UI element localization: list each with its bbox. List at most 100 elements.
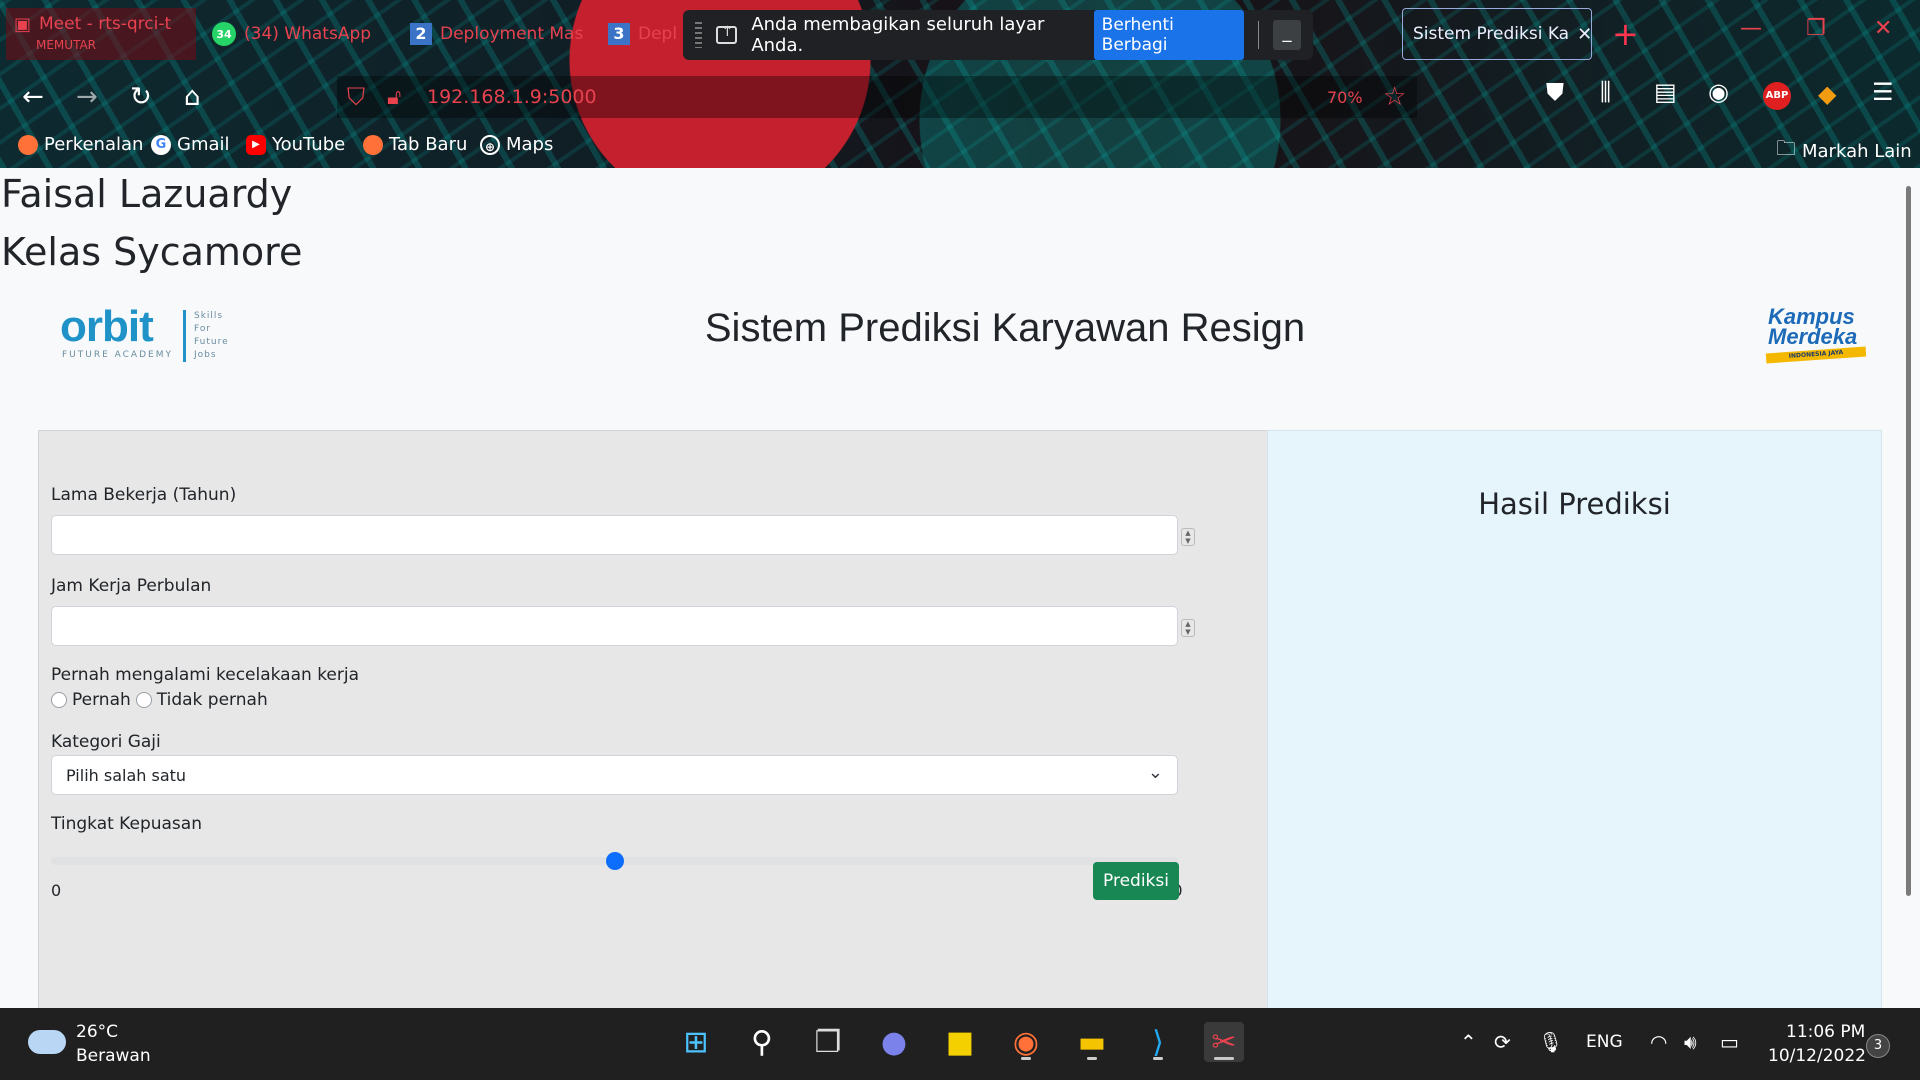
result-panel: Hasil Prediksi: [1267, 430, 1882, 1008]
bookmark-youtube[interactable]: ▶ YouTube: [246, 134, 345, 155]
volume-icon[interactable]: 🔊︎: [1684, 1030, 1697, 1054]
tab-bar: ▣ Meet - rts-qrci-t MEMUTAR 34 (34) What…: [0, 0, 1920, 68]
tenure-spinner-icon[interactable]: ▲ ▼: [1181, 528, 1195, 546]
search-icon[interactable]: ⚲: [742, 1022, 782, 1062]
slider-thumb[interactable]: [605, 852, 624, 870]
tab-deployment-3-title: Depl: [638, 24, 678, 44]
salary-select[interactable]: Pilih salah satu ⌄: [51, 755, 1178, 795]
share-minimize-button[interactable]: _: [1272, 20, 1301, 50]
browser-chrome: ▣ Meet - rts-qrci-t MEMUTAR 34 (34) What…: [0, 0, 1920, 168]
tab-number-icon: 2: [410, 23, 432, 45]
pocket-icon[interactable]: ⛊: [1546, 78, 1564, 106]
profile-avatar-icon[interactable]: ◉: [1708, 78, 1729, 106]
language-indicator[interactable]: ENG: [1586, 1032, 1623, 1052]
google-icon: G: [151, 134, 171, 155]
zoom-level[interactable]: 70%: [1327, 88, 1363, 107]
sticky-notes-icon[interactable]: ■: [940, 1022, 980, 1062]
firefox-taskbar-icon[interactable]: ◉: [1006, 1022, 1046, 1062]
clock-time[interactable]: 11:06 PM: [1786, 1022, 1865, 1042]
hours-spinner-icon[interactable]: ▲ ▼: [1181, 619, 1195, 637]
notification-badge[interactable]: 3: [1866, 1034, 1890, 1058]
url-text[interactable]: 192.168.1.9:5000: [427, 86, 597, 108]
minimize-window-icon[interactable]: —: [1740, 16, 1762, 41]
satisfaction-slider[interactable]: [51, 852, 1178, 870]
new-tab-plus-icon[interactable]: +: [1612, 18, 1639, 50]
kampus-merdeka-logo: Kampus Merdeka INDONESIA JAYA: [1765, 304, 1876, 374]
satisfaction-label: Tingkat Kepuasan: [51, 814, 202, 834]
home-icon[interactable]: ⌂: [184, 80, 201, 114]
bookmarks-bar: Perkenalan G Gmail ▶ YouTube Tab Baru ⊕ …: [0, 132, 1920, 164]
author-name: Faisal Lazuardy: [1, 172, 293, 216]
sync-icon[interactable]: ⟳: [1494, 1030, 1511, 1054]
tab-deployment-2-title: Deployment Mas: [440, 24, 584, 44]
accident-label: Pernah mengalami kecelakaan kerja: [51, 665, 360, 685]
firefox-icon: [18, 134, 38, 155]
firefox-icon: [363, 134, 383, 155]
tab-meet-subtitle: MEMUTAR: [36, 38, 97, 52]
microphone-icon[interactable]: 🎙︎: [1538, 1030, 1563, 1054]
cloud-icon[interactable]: [28, 1030, 66, 1054]
tab-meet[interactable]: ▣ Meet - rts-qrci-t MEMUTAR: [6, 8, 196, 60]
restore-window-icon[interactable]: ❐: [1806, 16, 1826, 41]
tab-active-title: Sistem Prediksi Ka: [1413, 24, 1570, 44]
start-windows-icon[interactable]: ⊞: [676, 1022, 716, 1062]
bookmark-gmail[interactable]: G Gmail: [151, 134, 230, 155]
bookmark-perkenalan[interactable]: Perkenalan: [18, 134, 143, 155]
sidebar-icon[interactable]: ▤: [1654, 78, 1677, 106]
tab-deployment-2[interactable]: 2 Deployment Mas: [410, 8, 585, 60]
file-explorer-icon[interactable]: ▬: [1072, 1022, 1112, 1062]
page-scrollbar[interactable]: [1906, 186, 1911, 896]
tab-active-prediksi[interactable]: Sistem Prediksi Ka ✕: [1402, 8, 1592, 60]
reload-icon[interactable]: ↻: [130, 80, 152, 114]
accident-yes-radio[interactable]: [51, 692, 67, 708]
teams-chat-icon[interactable]: ●: [874, 1022, 914, 1062]
bookmark-star-icon[interactable]: ☆: [1383, 82, 1406, 112]
adblock-icon[interactable]: ABP: [1763, 82, 1791, 110]
running-indicator: [1153, 1057, 1163, 1060]
vscode-icon[interactable]: ⟩: [1138, 1022, 1178, 1062]
insecure-lock-icon[interactable]: 🔓︎: [387, 85, 401, 110]
tab-close-icon[interactable]: ✕: [1577, 24, 1591, 45]
bookmark-tab-baru[interactable]: Tab Baru: [363, 134, 467, 155]
address-bar[interactable]: ⛉ 🔓︎ 192.168.1.9:5000 70% ☆: [337, 76, 1417, 118]
tenure-label: Lama Bekerja (Tahun): [51, 485, 237, 505]
menu-icon[interactable]: ☰: [1872, 78, 1894, 106]
author-class: Kelas Sycamore: [1, 230, 303, 274]
taskbar: 26°C Berawan ⊞ ⚲ ❐ ● ■ ◉ ▬ ⟩ ✂ ⌃ ⟳ 🎙︎ EN…: [0, 1008, 1920, 1080]
chevron-up-icon[interactable]: ⌃: [1460, 1030, 1477, 1054]
kampus-logo-line2: Merdeka: [1768, 324, 1858, 349]
wifi-icon[interactable]: ◠: [1650, 1030, 1667, 1054]
other-bookmarks[interactable]: 🗀︎ Markah Lain: [1776, 134, 1912, 168]
other-bookmarks-label: Markah Lain: [1802, 140, 1912, 162]
clock-date[interactable]: 10/12/2022: [1768, 1046, 1866, 1066]
accident-no-label[interactable]: Tidak pernah: [157, 690, 268, 710]
weather-description[interactable]: Berawan: [76, 1046, 151, 1066]
tab-whatsapp[interactable]: 34 (34) WhatsApp: [212, 8, 382, 60]
tab-deployment-3[interactable]: 3 Depl: [608, 8, 688, 60]
close-window-icon[interactable]: ✕: [1874, 16, 1892, 41]
youtube-icon: ▶: [246, 134, 266, 155]
share-message: Anda membagikan seluruh layar Anda.: [751, 14, 1045, 56]
bookmark-label: Gmail: [177, 134, 230, 155]
tenure-input[interactable]: [51, 515, 1178, 555]
web-page: Faisal Lazuardy Kelas Sycamore orbit FUT…: [0, 168, 1904, 1008]
running-indicator: [1214, 1057, 1234, 1060]
battery-icon[interactable]: ▭: [1720, 1030, 1739, 1054]
accident-yes-label[interactable]: Pernah: [72, 690, 131, 710]
result-title: Hasil Prediksi: [1478, 487, 1671, 521]
predict-button[interactable]: Prediksi: [1093, 862, 1179, 900]
back-icon[interactable]: ←: [22, 80, 44, 114]
library-icon[interactable]: ⫼: [1600, 78, 1611, 106]
weather-temperature[interactable]: 26°C: [76, 1022, 118, 1042]
hours-input[interactable]: [51, 606, 1178, 646]
accident-no-radio[interactable]: [135, 692, 152, 708]
share-divider: [1257, 21, 1259, 49]
metamask-icon[interactable]: ◆: [1818, 80, 1836, 108]
snipping-tool-icon[interactable]: ✂: [1204, 1022, 1244, 1062]
forward-icon[interactable]: →: [76, 80, 98, 114]
drag-handle-icon[interactable]: [695, 22, 703, 48]
bookmark-maps[interactable]: ⊕ Maps: [480, 134, 553, 155]
tracking-shield-icon[interactable]: ⛉: [347, 83, 365, 111]
stop-sharing-button[interactable]: Berhenti Berbagi: [1093, 10, 1244, 60]
task-view-icon[interactable]: ❐: [808, 1022, 848, 1062]
